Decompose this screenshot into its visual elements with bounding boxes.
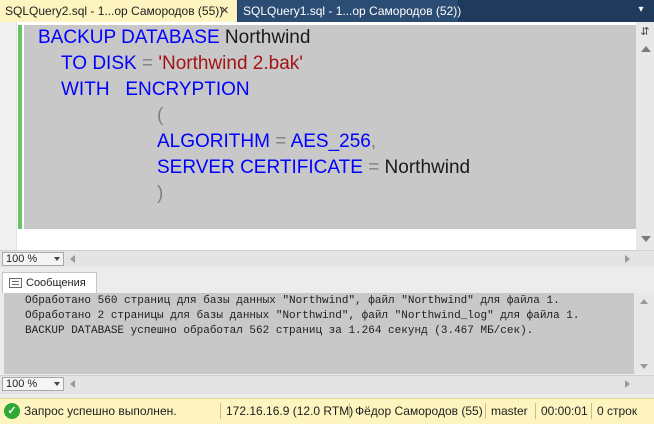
results-horizontal-scrollbar[interactable]: [68, 378, 634, 390]
results-zoom-bar: 100 %: [0, 375, 654, 394]
keyword-backup-database: BACKUP DATABASE: [38, 27, 220, 48]
scroll-up-icon[interactable]: [641, 46, 651, 52]
tab-sqlquery1[interactable]: SQLQuery1.sql - 1...ор Самородов (52)): [238, 0, 462, 22]
keyword-with-encryption: WITH ENCRYPTION: [61, 79, 250, 100]
status-server: 172.16.16.9 (12.0 RTM): [226, 404, 354, 418]
equals-operator: =: [368, 157, 380, 178]
code-line-3: WITH ENCRYPTION: [38, 77, 250, 103]
code-line-4: (: [38, 103, 163, 129]
message-line: Обработано 2 страницы для базы данных "N…: [25, 310, 580, 322]
status-bar: ✓ Запрос успешно выполнен. 172.16.16.9 (…: [0, 398, 654, 424]
status-separator: [485, 403, 486, 419]
selection-margin[interactable]: [0, 22, 17, 250]
scroll-down-icon[interactable]: [641, 236, 651, 242]
results-pane: Сообщения Обработано 560 страниц для баз…: [0, 267, 654, 374]
open-paren: (: [157, 105, 164, 126]
tab-messages-label: Сообщения: [26, 277, 86, 289]
status-row-count: 0 строк: [597, 404, 638, 418]
tab-sqlquery2[interactable]: SQLQuery2.sql - 1...ор Самородов (55)) ✕: [0, 0, 237, 22]
certificate-name: Northwind: [384, 157, 471, 178]
status-user: Фёдор Самородов (55): [355, 404, 483, 418]
scroll-up-icon[interactable]: [640, 299, 648, 304]
comma: ,: [370, 131, 377, 152]
message-line: Обработано 560 страниц для базы данных "…: [25, 295, 560, 307]
chevron-down-icon: [54, 382, 60, 386]
editor-vertical-scrollbar[interactable]: [636, 22, 654, 250]
status-message: Запрос успешно выполнен.: [24, 404, 177, 418]
results-zoom-select[interactable]: 100 %: [2, 377, 64, 391]
equals-operator: =: [141, 53, 154, 74]
split-editor-icon[interactable]: ⇵: [638, 25, 652, 39]
results-zoom-value: 100 %: [6, 378, 38, 390]
status-separator: [535, 403, 536, 419]
editor-zoom-select[interactable]: 100 %: [2, 252, 64, 266]
scroll-down-icon[interactable]: [640, 364, 648, 369]
status-separator: [591, 403, 592, 419]
keyword-server-certificate: SERVER CERTIFICATE: [157, 157, 363, 178]
code-line-7: ): [38, 181, 163, 207]
code-line-5: ALGORITHM = AES_256,: [38, 129, 376, 155]
keyword-to-disk: TO DISK: [61, 53, 137, 74]
algorithm-value: AES_256: [290, 131, 371, 152]
backup-file-string: 'Northwind 2.bak': [158, 53, 303, 74]
code-line-1: BACKUP DATABASE Northwind: [38, 25, 310, 51]
scroll-right-icon[interactable]: [625, 255, 630, 263]
messages-text[interactable]: Обработано 560 страниц для базы данных "…: [4, 293, 634, 374]
keyword-algorithm: ALGORITHM: [157, 131, 270, 152]
status-database: master: [491, 404, 528, 418]
query-editor[interactable]: BACKUP DATABASE Northwind TO DISK = 'Nor…: [0, 22, 654, 250]
messages-vertical-scrollbar[interactable]: [634, 293, 654, 374]
success-check-icon: ✓: [4, 403, 20, 419]
message-line: BACKUP DATABASE успешно обработал 562 ст…: [25, 325, 534, 337]
change-tracking-bar: [18, 25, 22, 229]
tab-sqlquery1-label: SQLQuery1.sql - 1...ор Самородов (52)): [243, 4, 462, 18]
selected-code-block[interactable]: BACKUP DATABASE Northwind TO DISK = 'Nor…: [24, 25, 636, 229]
close-tab-icon[interactable]: ✕: [220, 0, 229, 22]
editor-zoom-bar: 100 %: [0, 250, 654, 267]
editor-horizontal-scrollbar[interactable]: [68, 253, 634, 265]
status-elapsed-time: 00:00:01: [541, 404, 588, 418]
equals-operator: =: [275, 131, 287, 152]
editor-zoom-value: 100 %: [6, 253, 38, 265]
close-paren: ): [157, 183, 164, 204]
code-line-6: SERVER CERTIFICATE = Northwind: [38, 155, 470, 181]
status-separator: [220, 403, 221, 419]
scroll-left-icon[interactable]: [70, 255, 75, 263]
database-name: Northwind: [224, 27, 311, 48]
code-line-2: TO DISK = 'Northwind 2.bak': [38, 51, 303, 77]
scroll-left-icon[interactable]: [70, 380, 75, 388]
tab-sqlquery2-label: SQLQuery2.sql - 1...ор Самородов (55)): [5, 4, 224, 18]
tab-messages[interactable]: Сообщения: [2, 272, 97, 293]
document-tab-bar: SQLQuery2.sql - 1...ор Самородов (55)) ✕…: [0, 0, 654, 22]
tab-list-dropdown-icon[interactable]: ▾: [634, 4, 648, 16]
chevron-down-icon: [54, 257, 60, 261]
scroll-right-icon[interactable]: [625, 380, 630, 388]
status-separator: [349, 403, 350, 419]
messages-icon: [9, 278, 22, 288]
